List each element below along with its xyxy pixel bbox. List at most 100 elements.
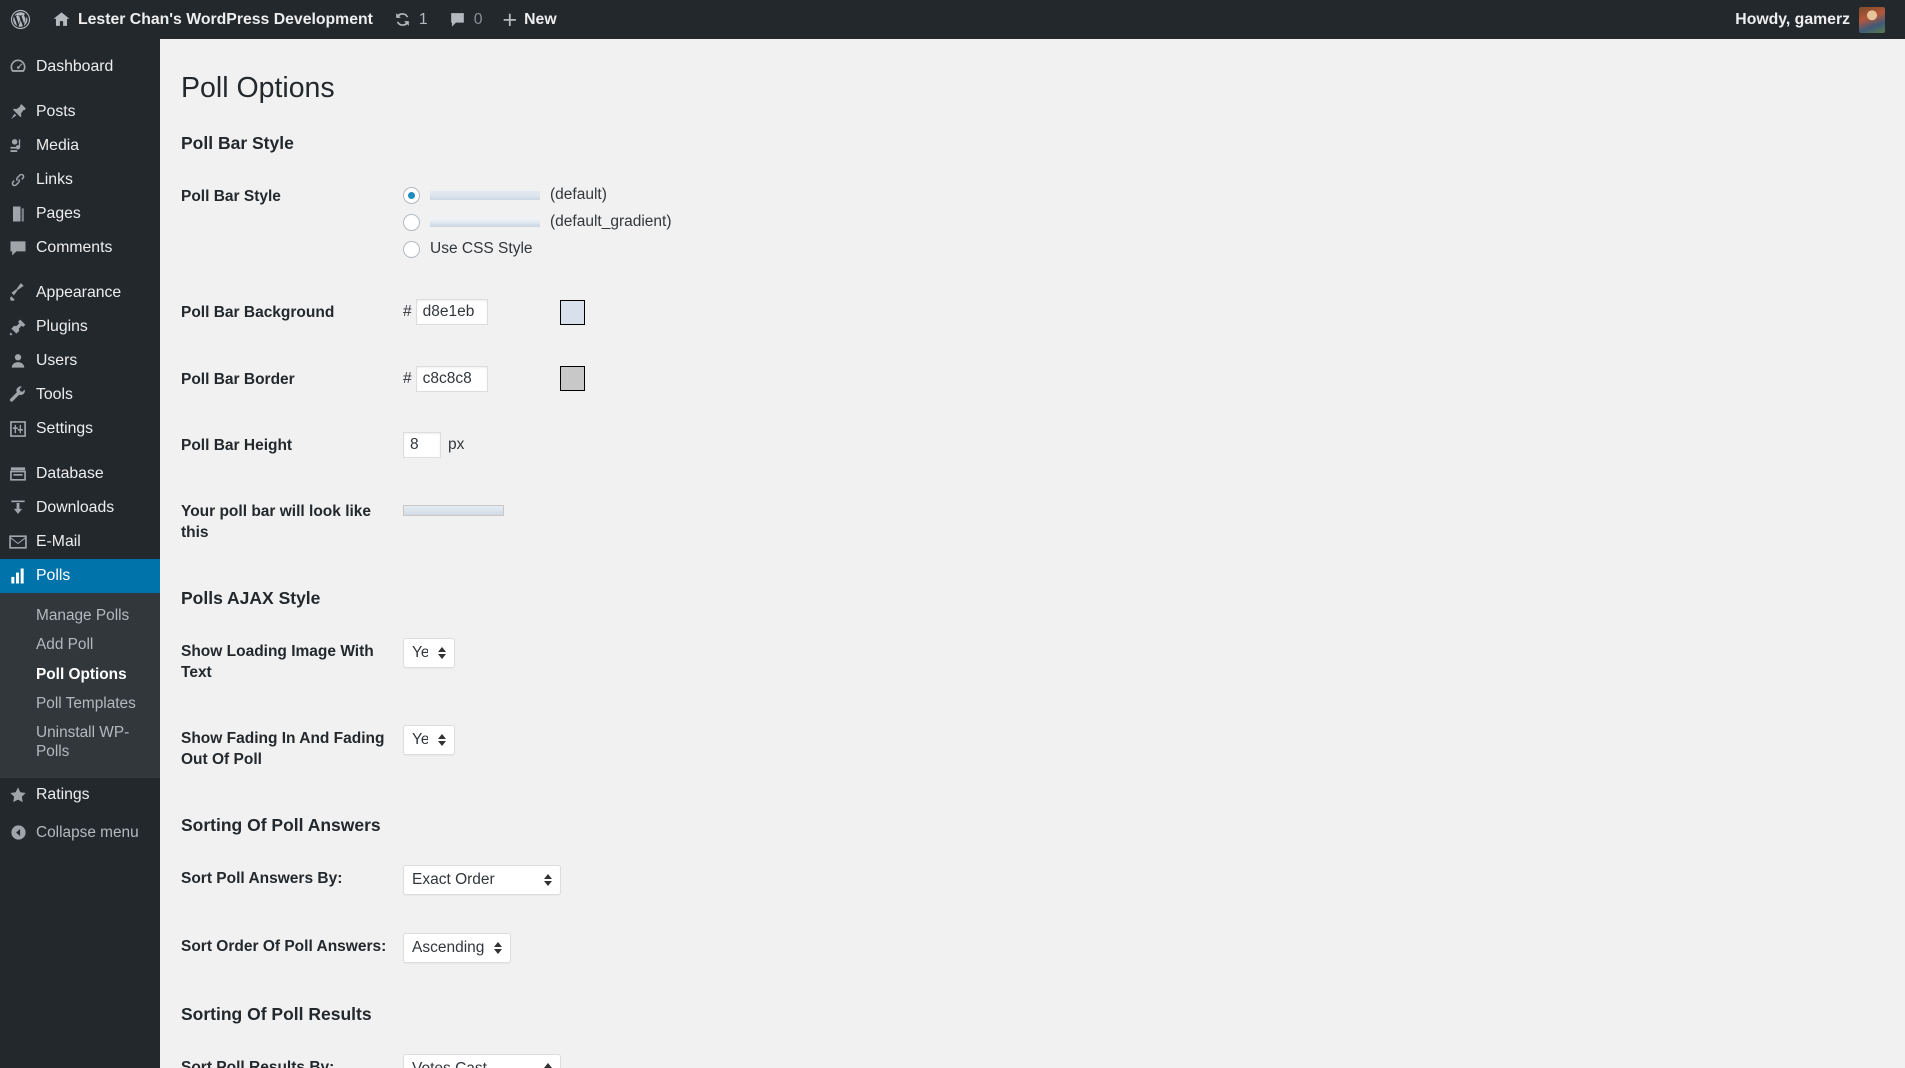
sidebar-item-ratings[interactable]: Ratings bbox=[0, 778, 160, 812]
radio-option-use-css-style[interactable]: Use CSS Style bbox=[403, 237, 1671, 261]
submenu-item-poll-templates[interactable]: Poll Templates bbox=[0, 689, 160, 718]
section-heading-sorting-poll-results: Sorting Of Poll Results bbox=[181, 1004, 372, 1025]
form-row-poll-bar-border: Poll Bar Border # bbox=[181, 347, 1681, 413]
label-poll-bar-preview: Your poll bar will look like this bbox=[181, 503, 372, 541]
label-show-fading: Show Fading In And Fading Out Of Poll bbox=[181, 730, 385, 768]
form-row-poll-bar-background: Poll Bar Background # bbox=[181, 280, 1681, 346]
form-row-show-loading-image: Show Loading Image With Text Yes bbox=[181, 619, 1681, 706]
section-heading-poll-bar-style: Poll Bar Style bbox=[181, 133, 294, 154]
dashboard-icon bbox=[0, 57, 36, 77]
sidebar-item-users[interactable]: Users bbox=[0, 344, 160, 378]
sidebar-item-media[interactable]: Media bbox=[0, 129, 160, 163]
sidebar-item-posts[interactable]: Posts bbox=[0, 95, 160, 129]
comments-count: 0 bbox=[473, 10, 483, 28]
sidebar-item-dashboard[interactable]: Dashboard bbox=[0, 50, 160, 84]
howdy-label: Howdy, gamerz bbox=[1735, 10, 1850, 28]
form-row-poll-bar-style: Poll Bar Style (default) (default_gradie… bbox=[181, 164, 1681, 280]
label-show-loading-image: Show Loading Image With Text bbox=[181, 643, 374, 681]
sort-poll-results-by-select[interactable]: Votes Cast bbox=[403, 1054, 561, 1068]
form-row-poll-bar-height: Poll Bar Height px bbox=[181, 413, 1681, 479]
label-sort-answers-order: Sort Order Of Poll Answers: bbox=[181, 938, 387, 956]
show-fading-select[interactable]: Yes bbox=[403, 725, 455, 756]
comment-bubble-icon bbox=[0, 238, 36, 258]
polls-submenu: Manage Polls Add Poll Poll Options Poll … bbox=[0, 593, 160, 778]
admin-sidebar: Dashboard Posts Media Links Pages Commen… bbox=[0, 39, 168, 1068]
sidebar-item-links[interactable]: Links bbox=[0, 163, 160, 197]
poll-bar-border-swatch[interactable] bbox=[559, 366, 585, 391]
sidebar-item-tools[interactable]: Tools bbox=[0, 378, 160, 412]
sidebar-item-comments[interactable]: Comments bbox=[0, 231, 160, 265]
section-heading-sorting-poll-answers: Sorting Of Poll Answers bbox=[181, 815, 381, 836]
menu-spacer bbox=[0, 84, 160, 95]
poll-bar-style-table: Poll Bar Style (default) (default_gradie… bbox=[181, 164, 1681, 566]
sidebar-item-downloads[interactable]: Downloads bbox=[0, 491, 160, 525]
account-menu[interactable]: Howdy, gamerz bbox=[1735, 6, 1905, 33]
site-name-label: Lester Chan's WordPress Development bbox=[78, 10, 373, 28]
label-sort-results-by: Sort Poll Results By: bbox=[181, 1059, 335, 1068]
poll-bar-sample-gradient-icon bbox=[430, 217, 540, 227]
form-row-sort-results-by: Sort Poll Results By: Votes Cast bbox=[181, 1035, 1681, 1068]
users-icon bbox=[0, 351, 36, 371]
label-poll-bar-style: Poll Bar Style bbox=[181, 188, 281, 206]
updates-menu[interactable]: 1 bbox=[383, 0, 438, 39]
wordpress-logo-icon[interactable] bbox=[0, 0, 42, 39]
sidebar-item-appearance[interactable]: Appearance bbox=[0, 276, 160, 310]
sidebar-item-pages[interactable]: Pages bbox=[0, 197, 160, 231]
page-title: Poll Options bbox=[181, 72, 335, 104]
sidebar-item-label: Downloads bbox=[36, 499, 115, 516]
sidebar-item-label: E-Mail bbox=[36, 533, 81, 550]
new-content-menu[interactable]: + New bbox=[493, 0, 567, 39]
form-row-show-fading: Show Fading In And Fading Out Of Poll Ye… bbox=[181, 706, 1681, 793]
radio-poll-bar-style-default[interactable] bbox=[403, 186, 420, 204]
poll-bar-background-input[interactable] bbox=[415, 299, 488, 326]
hash-symbol-background: # bbox=[403, 303, 412, 321]
home-icon bbox=[52, 10, 71, 29]
sidebar-item-email[interactable]: E-Mail bbox=[0, 525, 160, 559]
radio-option-default-gradient[interactable]: (default_gradient) bbox=[403, 210, 1671, 234]
radio-poll-bar-style-css[interactable] bbox=[403, 240, 420, 258]
sidebar-item-label: Database bbox=[36, 465, 104, 482]
label-poll-bar-background: Poll Bar Background bbox=[181, 304, 335, 322]
menu-spacer bbox=[0, 446, 160, 457]
label-poll-bar-height: Poll Bar Height bbox=[181, 436, 293, 454]
sidebar-item-label: Polls bbox=[36, 567, 71, 584]
submenu-item-poll-options[interactable]: Poll Options bbox=[0, 660, 160, 689]
polls-ajax-style-table: Show Loading Image With Text Yes Show Fa… bbox=[181, 619, 1681, 793]
sidebar-item-label: Tools bbox=[36, 386, 73, 403]
poll-bar-sample-default-icon bbox=[430, 190, 540, 200]
submenu-item-add-poll[interactable]: Add Poll bbox=[0, 630, 160, 659]
sidebar-item-plugins[interactable]: Plugins bbox=[0, 310, 160, 344]
poll-bar-height-input[interactable] bbox=[403, 431, 441, 458]
sort-poll-answers-by-select[interactable]: Exact Order bbox=[403, 865, 561, 896]
database-icon bbox=[0, 464, 36, 484]
sidebar-item-label: Users bbox=[36, 352, 78, 369]
sidebar-item-polls[interactable]: Polls bbox=[0, 559, 168, 593]
main-content: Poll Options Poll Bar Style Poll Bar Sty… bbox=[160, 39, 1905, 1068]
menu-spacer bbox=[0, 39, 160, 50]
site-name-menu[interactable]: Lester Chan's WordPress Development bbox=[42, 0, 383, 39]
updates-count: 1 bbox=[418, 10, 428, 28]
comments-menu[interactable]: 0 bbox=[438, 0, 493, 39]
radio-label-use-css-style: Use CSS Style bbox=[430, 240, 533, 258]
poll-bar-background-swatch[interactable] bbox=[559, 299, 585, 325]
show-loading-image-select[interactable]: Yes bbox=[403, 638, 455, 669]
sidebar-item-database[interactable]: Database bbox=[0, 457, 160, 491]
radio-option-default[interactable]: (default) bbox=[403, 183, 1671, 207]
poll-bar-preview bbox=[403, 505, 504, 517]
comment-bubble-icon bbox=[448, 10, 467, 29]
poll-bar-height-unit: px bbox=[448, 435, 465, 453]
radio-poll-bar-style-default-gradient[interactable] bbox=[403, 213, 420, 231]
download-icon bbox=[0, 498, 36, 518]
sidebar-item-settings[interactable]: Settings bbox=[0, 412, 160, 446]
pages-icon bbox=[0, 204, 36, 224]
collapse-menu-button[interactable]: Collapse menu bbox=[0, 816, 160, 850]
section-heading-polls-ajax-style: Polls AJAX Style bbox=[181, 588, 321, 609]
submenu-item-uninstall-wp-polls[interactable]: Uninstall WP-Polls bbox=[0, 718, 160, 767]
pin-icon bbox=[0, 102, 36, 122]
sort-order-poll-answers-select[interactable]: Ascending bbox=[403, 933, 511, 964]
plugins-plug-icon bbox=[0, 317, 36, 337]
submenu-item-manage-polls[interactable]: Manage Polls bbox=[0, 601, 160, 630]
poll-bar-border-input[interactable] bbox=[415, 365, 488, 392]
menu-spacer bbox=[0, 265, 160, 276]
updates-icon bbox=[393, 10, 412, 29]
